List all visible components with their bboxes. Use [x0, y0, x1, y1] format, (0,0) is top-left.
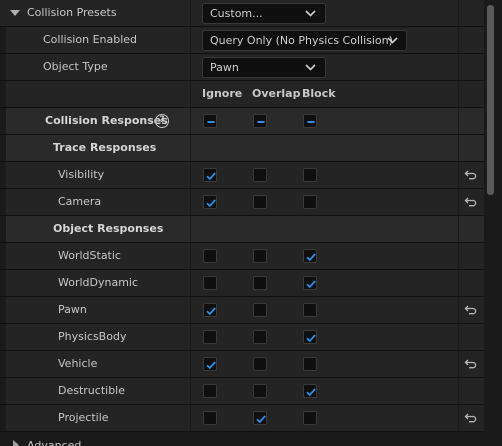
- response-row: Pawn: [0, 297, 484, 324]
- response-channel-label: PhysicsBody: [58, 330, 127, 343]
- block-all-checkbox[interactable]: [303, 114, 317, 128]
- object-responses-label: Object Responses: [53, 222, 164, 235]
- ignore-checkbox[interactable]: [203, 384, 217, 398]
- response-column-header-row: Ignore Overlap Block: [0, 81, 484, 108]
- ignore-checkbox[interactable]: [203, 330, 217, 344]
- block-checkbox[interactable]: [303, 195, 317, 209]
- checkmark-icon: [206, 361, 216, 370]
- object-type-dropdown[interactable]: Pawn: [202, 57, 326, 78]
- ignore-checkbox[interactable]: [203, 195, 217, 209]
- overlap-checkbox[interactable]: [253, 276, 267, 290]
- block-checkbox[interactable]: [303, 303, 317, 317]
- block-checkbox[interactable]: [303, 168, 317, 182]
- collision-enabled-dropdown[interactable]: Query Only (No Physics Collision): [202, 30, 407, 51]
- collapse-arrow-icon[interactable]: [13, 440, 19, 446]
- response-row: WorldStatic: [0, 243, 484, 270]
- overlap-checkbox[interactable]: [253, 168, 267, 182]
- response-row: Projectile: [0, 405, 484, 432]
- response-row: Vehicle: [0, 351, 484, 378]
- reset-to-default-icon[interactable]: [464, 304, 477, 316]
- object-type-label: Object Type: [43, 60, 108, 73]
- collision-enabled-value: Query Only (No Physics Collision): [210, 34, 393, 47]
- response-channel-label: Pawn: [58, 303, 87, 316]
- response-channel-label: Projectile: [58, 411, 109, 424]
- ignore-checkbox[interactable]: [203, 303, 217, 317]
- ignore-all-checkbox[interactable]: [203, 114, 217, 128]
- object-type-row: Object Type Pawn: [0, 54, 484, 81]
- collision-enabled-label: Collision Enabled: [43, 33, 138, 46]
- reset-to-default-icon[interactable]: [464, 358, 477, 370]
- collision-enabled-row: Collision Enabled Query Only (No Physics…: [0, 27, 484, 54]
- block-checkbox[interactable]: [303, 276, 317, 290]
- checkmark-icon: [206, 172, 216, 181]
- advanced-label: Advanced: [27, 439, 82, 446]
- trace-responses-label: Trace Responses: [53, 141, 157, 154]
- help-icon[interactable]: ?: [155, 114, 169, 128]
- overlap-checkbox[interactable]: [253, 384, 267, 398]
- block-checkbox[interactable]: [303, 411, 317, 425]
- collision-presets-label: Collision Presets: [27, 6, 117, 19]
- advanced-row: Advanced: [0, 432, 484, 446]
- collision-responses-label: Collision Responses: [45, 114, 168, 127]
- chevron-down-icon: [387, 37, 398, 44]
- reset-to-default-icon[interactable]: [464, 196, 477, 208]
- response-row: WorldDynamic: [0, 270, 484, 297]
- checkmark-icon: [306, 280, 316, 289]
- chevron-down-icon: [305, 64, 316, 71]
- overlap-checkbox[interactable]: [253, 357, 267, 371]
- response-channel-label: WorldDynamic: [58, 276, 139, 289]
- object-type-value: Pawn: [210, 61, 239, 74]
- response-channel-label: WorldStatic: [58, 249, 121, 262]
- checkmark-icon: [306, 253, 316, 262]
- response-channel-label: Destructible: [58, 384, 125, 397]
- response-row: Visibility: [0, 162, 484, 189]
- overlap-all-checkbox[interactable]: [253, 114, 267, 128]
- response-channel-label: Vehicle: [58, 357, 98, 370]
- checkmark-icon: [306, 334, 316, 343]
- ignore-checkbox[interactable]: [203, 168, 217, 182]
- overlap-checkbox[interactable]: [253, 303, 267, 317]
- collision-presets-dropdown[interactable]: Custom...: [202, 3, 326, 24]
- overlap-checkbox[interactable]: [253, 249, 267, 263]
- collision-presets-value: Custom...: [210, 7, 263, 20]
- ignore-checkbox[interactable]: [203, 357, 217, 371]
- response-row: Destructible: [0, 378, 484, 405]
- checkmark-icon: [206, 307, 216, 316]
- ignore-checkbox[interactable]: [203, 411, 217, 425]
- object-responses-header-row: Object Responses: [0, 216, 484, 243]
- reset-to-default-icon[interactable]: [464, 412, 477, 424]
- block-checkbox[interactable]: [303, 249, 317, 263]
- expand-arrow-icon[interactable]: [10, 10, 20, 17]
- reset-to-default-icon[interactable]: [464, 169, 477, 181]
- checkmark-icon: [206, 199, 216, 208]
- block-checkbox[interactable]: [303, 384, 317, 398]
- block-column-header: Block: [302, 87, 336, 100]
- ignore-checkbox[interactable]: [203, 276, 217, 290]
- overlap-checkbox[interactable]: [253, 195, 267, 209]
- block-checkbox[interactable]: [303, 330, 317, 344]
- scrollbar-thumb[interactable]: [487, 5, 494, 195]
- checkmark-icon: [256, 415, 266, 424]
- overlap-checkbox[interactable]: [253, 330, 267, 344]
- collision-responses-row: Collision Responses ?: [0, 108, 484, 135]
- collision-details-panel: Collision Presets Custom... Collision En…: [0, 0, 502, 446]
- ignore-column-header: Ignore: [202, 87, 243, 100]
- response-channel-label: Visibility: [58, 168, 105, 181]
- response-row: Camera: [0, 189, 484, 216]
- collision-presets-row: Collision Presets Custom...: [0, 0, 484, 27]
- chevron-down-icon: [305, 10, 316, 17]
- trace-responses-header-row: Trace Responses: [0, 135, 484, 162]
- response-channel-label: Camera: [58, 195, 102, 208]
- checkmark-icon: [306, 388, 316, 397]
- scrollbar[interactable]: [487, 0, 494, 446]
- block-checkbox[interactable]: [303, 357, 317, 371]
- overlap-checkbox[interactable]: [253, 411, 267, 425]
- overlap-column-header: Overlap: [252, 87, 301, 100]
- ignore-checkbox[interactable]: [203, 249, 217, 263]
- response-row: PhysicsBody: [0, 324, 484, 351]
